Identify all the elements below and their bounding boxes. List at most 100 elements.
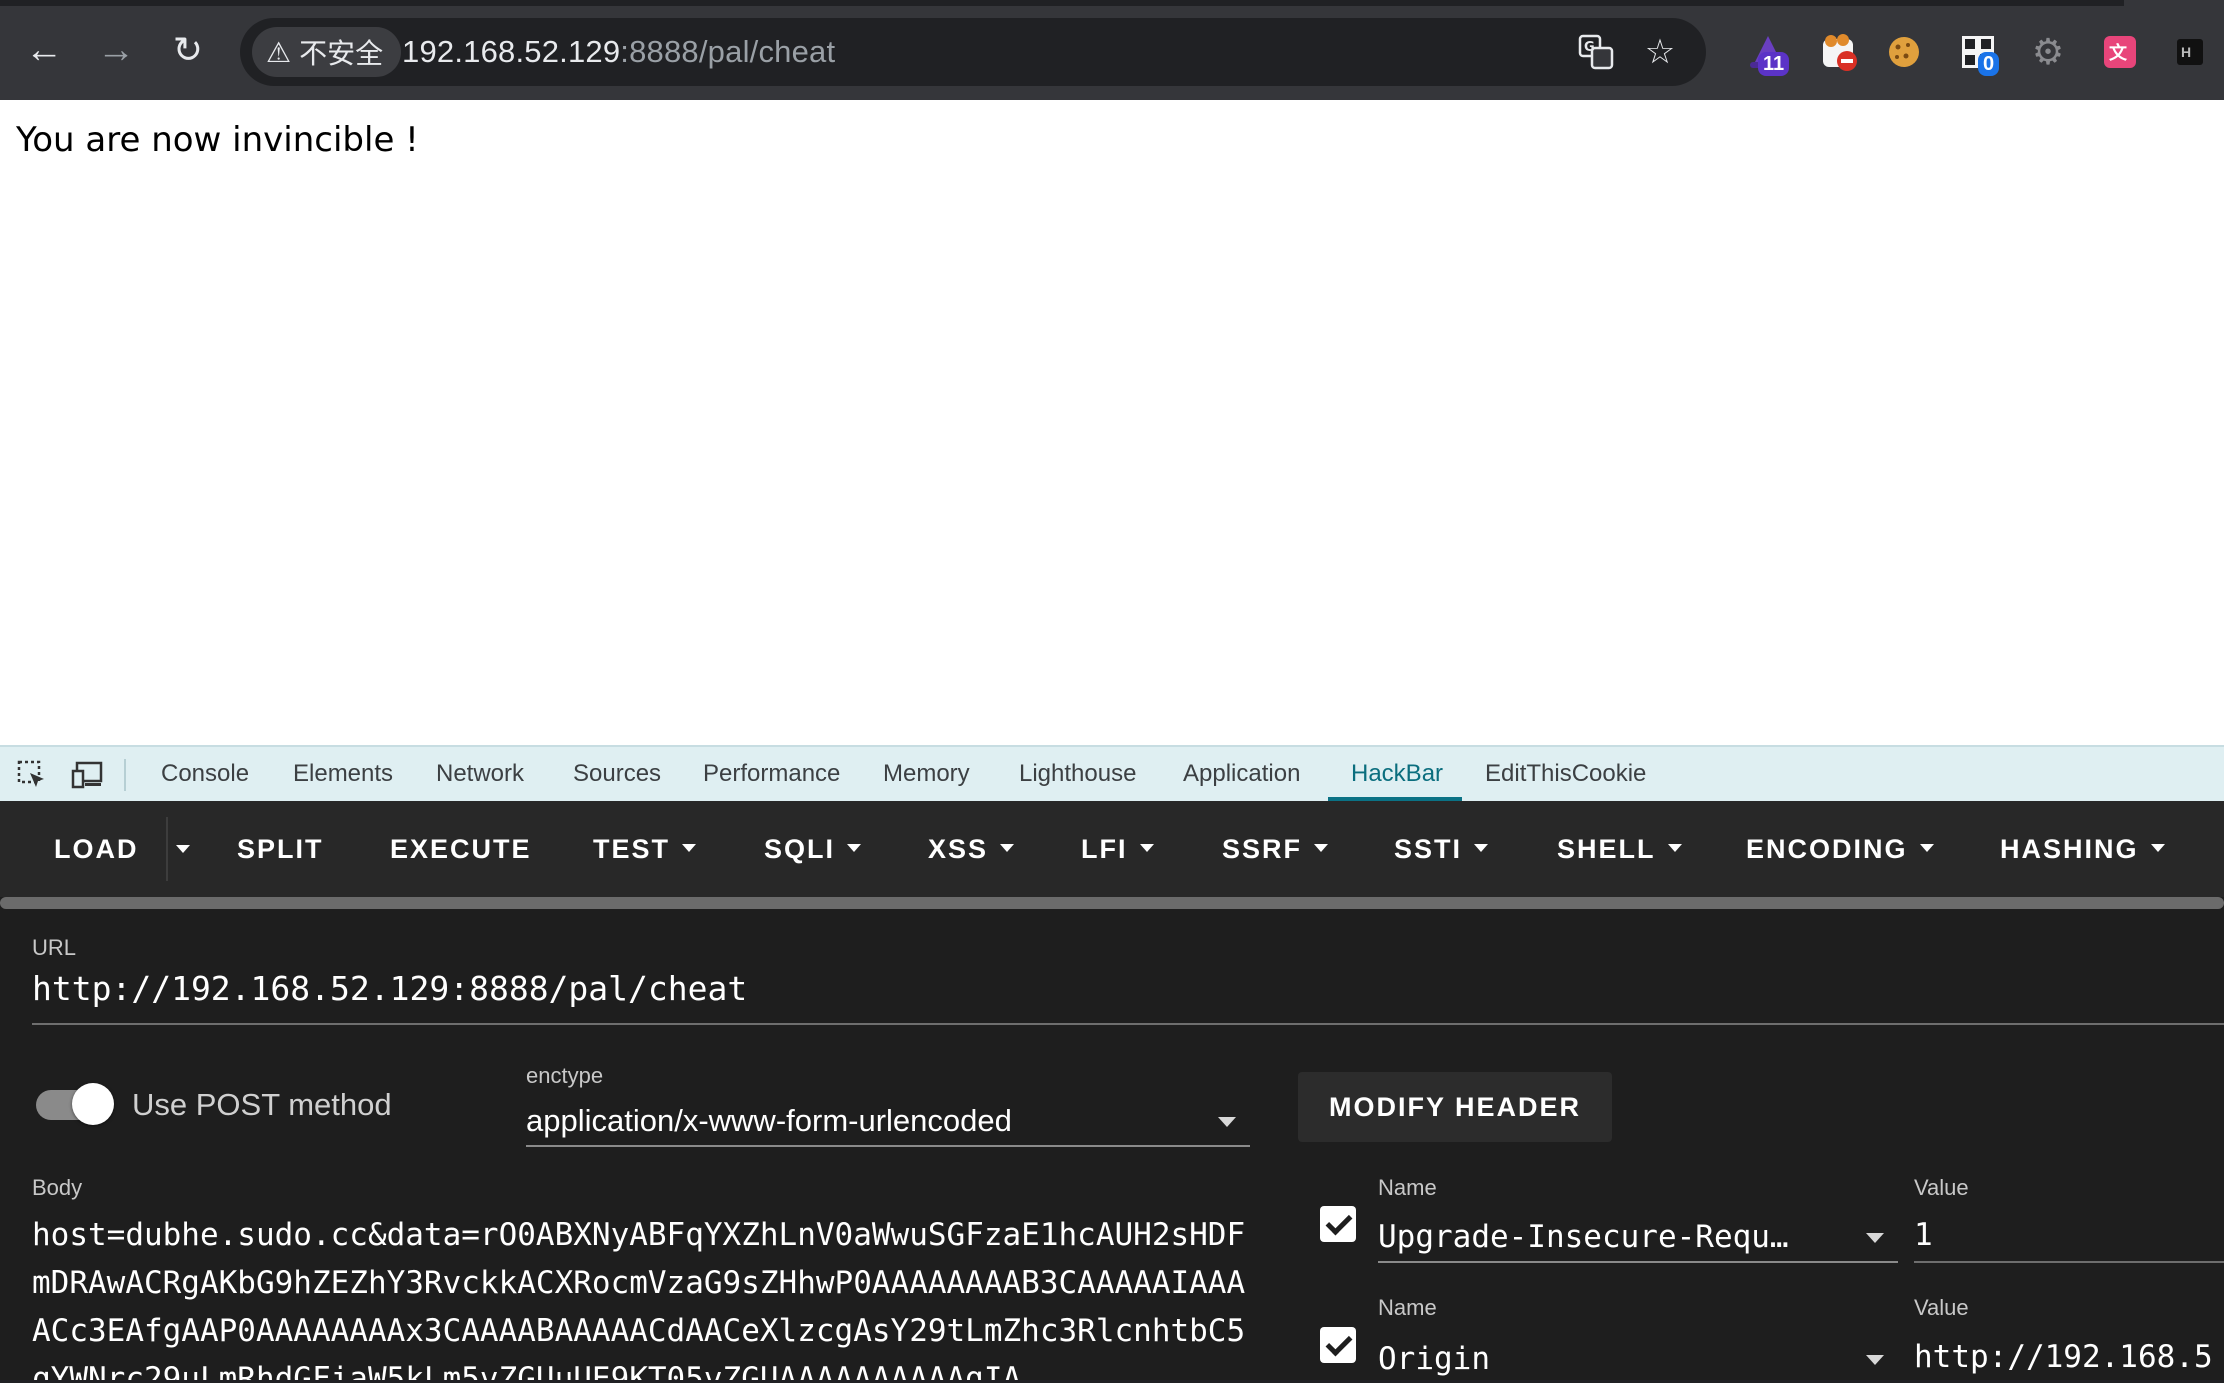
- ad-blocker-extension-icon[interactable]: [1818, 30, 1862, 74]
- header-1-name-value: Upgrade-Insecure-Requ…: [1378, 1219, 1789, 1255]
- header-2-name-value: Origin: [1378, 1341, 1490, 1377]
- devtools-tab-application[interactable]: Application: [1183, 747, 1300, 801]
- devtools-tab-hackbar[interactable]: HackBar: [1351, 747, 1443, 801]
- device-toolbar-icon[interactable]: [70, 757, 106, 793]
- cookie-extension-icon[interactable]: [1882, 30, 1926, 74]
- security-chip[interactable]: ⚠ 不安全: [252, 27, 402, 77]
- devtools-tab-console[interactable]: Console: [161, 747, 249, 801]
- forward-arrow-icon[interactable]: →: [88, 22, 144, 78]
- devtools-separator: [124, 759, 126, 791]
- devtools-tab-performance[interactable]: Performance: [703, 747, 840, 801]
- wizard-hat-badge: 11: [1758, 52, 1790, 76]
- wizard-hat-extension-icon[interactable]: 11: [1746, 30, 1790, 76]
- svg-text:文: 文: [2109, 42, 2128, 64]
- url-label: URL: [32, 935, 77, 960]
- header-1-value: 1: [1914, 1217, 1933, 1253]
- devtools-tab-strip: Console Elements Network Sources Perform…: [0, 745, 2224, 801]
- warning-triangle-icon: ⚠: [266, 36, 292, 68]
- reload-icon[interactable]: ↻: [160, 22, 216, 78]
- encoding-chevron-down-icon: [1919, 843, 1934, 852]
- header-2-value: http://192.168.5: [1914, 1339, 2213, 1375]
- devtools-tab-memory[interactable]: Memory: [883, 747, 970, 801]
- sqli-menu-label: SQLI: [764, 834, 836, 864]
- address-bar[interactable]: ⚠ 不安全 192.168.52.129:8888/pal/cheat G ☆: [240, 18, 1706, 86]
- address-url[interactable]: 192.168.52.129:8888/pal/cheat: [402, 34, 835, 70]
- lfi-chevron-down-icon: [1139, 843, 1154, 852]
- enctype-value: application/x-www-form-urlencoded: [526, 1103, 1012, 1138]
- body-textarea[interactable]: host=dubhe.sudo.cc&data=rO0ABXNyABFqYXZh…: [32, 1211, 1252, 1380]
- header-1-value-label: Value: [1914, 1175, 1969, 1200]
- ssrf-chevron-down-icon: [1314, 843, 1329, 852]
- xss-chevron-down-icon: [1000, 843, 1015, 852]
- toolbar-scrollbar[interactable]: [0, 897, 2224, 909]
- header-1-chevron-down-icon: [1866, 1233, 1884, 1243]
- encoding-menu-label: ENCODING: [1746, 834, 1908, 864]
- execute-button[interactable]: EXECUTE: [390, 801, 532, 897]
- browser-toolbar: ← → ↻ ⚠ 不安全 192.168.52.129:8888/pal/chea…: [0, 0, 2224, 100]
- ssrf-menu-button[interactable]: SSRF: [1222, 801, 1329, 897]
- url-path: :8888/pal/cheat: [620, 34, 836, 69]
- header-2-value-input[interactable]: http://192.168.5: [1914, 1321, 2224, 1383]
- post-method-label[interactable]: Use POST method: [132, 1087, 392, 1123]
- enctype-chevron-down-icon: [1218, 1117, 1236, 1127]
- header-2-name-label: Name: [1378, 1295, 1437, 1320]
- sqli-menu-button[interactable]: SQLI: [764, 801, 862, 897]
- back-arrow-icon[interactable]: ←: [16, 22, 72, 78]
- enctype-label: enctype: [526, 1063, 604, 1088]
- header-2-chevron-down-icon: [1866, 1355, 1884, 1365]
- xss-menu-button[interactable]: XSS: [928, 801, 1015, 897]
- devtools-tab-editthiscookie[interactable]: EditThisCookie: [1485, 747, 1646, 801]
- tab-strip-edge: [0, 0, 2224, 6]
- hashing-chevron-down-icon: [2150, 843, 2165, 852]
- qr-code-extension-icon[interactable]: 0: [1956, 30, 2000, 76]
- tab-strip-notch: [2124, 0, 2224, 6]
- sqli-chevron-down-icon: [847, 843, 862, 852]
- shell-menu-button[interactable]: SHELL: [1557, 801, 1682, 897]
- load-options-chevron-down-icon[interactable]: [176, 845, 190, 853]
- inspect-element-icon[interactable]: [14, 757, 50, 793]
- ssti-menu-label: SSTI: [1394, 834, 1463, 864]
- page-message: You are now invincible !: [16, 120, 419, 160]
- devtools-tab-network[interactable]: Network: [436, 747, 524, 801]
- test-menu-label: TEST: [593, 834, 671, 864]
- lfi-menu-label: LFI: [1081, 834, 1128, 864]
- split-button[interactable]: SPLIT: [237, 801, 324, 897]
- enctype-select[interactable]: application/x-www-form-urlencoded: [526, 1091, 1250, 1147]
- test-menu-button[interactable]: TEST: [593, 801, 697, 897]
- svg-text:G: G: [1584, 40, 1595, 55]
- header-2-value-label: Value: [1914, 1295, 1969, 1320]
- hackbar-panel: LOAD SPLIT EXECUTE TEST SQLI XSS LFI SSR…: [0, 801, 2224, 1380]
- ssti-menu-button[interactable]: SSTI: [1394, 801, 1489, 897]
- header-1-name-label: Name: [1378, 1175, 1437, 1200]
- devtools-tab-lighthouse[interactable]: Lighthouse: [1019, 747, 1136, 801]
- load-button[interactable]: LOAD: [54, 801, 139, 897]
- encoding-menu-button[interactable]: ENCODING: [1746, 801, 1934, 897]
- header-1-checkbox[interactable]: [1320, 1206, 1356, 1242]
- header-2-name-select[interactable]: Origin: [1378, 1321, 1898, 1383]
- url-host: 192.168.52.129: [402, 34, 621, 69]
- bookmark-star-icon[interactable]: ☆: [1640, 32, 1680, 72]
- ssrf-menu-label: SSRF: [1222, 834, 1303, 864]
- shell-chevron-down-icon: [1667, 843, 1682, 852]
- ssti-chevron-down-icon: [1474, 843, 1489, 852]
- lfi-menu-button[interactable]: LFI: [1081, 801, 1154, 897]
- hashing-menu-button[interactable]: HASHING: [2000, 801, 2165, 897]
- header-1-value-input[interactable]: 1: [1914, 1201, 2224, 1263]
- gear-extension-icon[interactable]: ⚙: [2026, 30, 2070, 74]
- modify-header-button[interactable]: MODIFY HEADER: [1298, 1072, 1612, 1142]
- page-viewport: You are now invincible !: [0, 100, 2224, 745]
- hackbar-toolbar: LOAD SPLIT EXECUTE TEST SQLI XSS LFI SSR…: [0, 801, 2224, 897]
- devtools-tab-elements[interactable]: Elements: [293, 747, 393, 801]
- header-1-name-select[interactable]: Upgrade-Insecure-Requ…: [1378, 1201, 1898, 1263]
- translate-page-icon[interactable]: G: [1576, 32, 1616, 72]
- qr-code-badge: 0: [1978, 52, 2000, 76]
- test-chevron-down-icon: [682, 843, 697, 852]
- devtools-tab-sources[interactable]: Sources: [573, 747, 661, 801]
- h-extension-letter: H: [2181, 44, 2192, 60]
- h-extension-icon[interactable]: H: [2168, 30, 2212, 74]
- url-input[interactable]: http://192.168.52.129:8888/pal/cheat: [32, 965, 2224, 1025]
- header-2-checkbox[interactable]: [1320, 1327, 1356, 1363]
- translate-extension-icon[interactable]: 文: [2098, 30, 2142, 74]
- load-split-divider: [166, 817, 168, 881]
- post-method-toggle-knob[interactable]: [72, 1083, 114, 1125]
